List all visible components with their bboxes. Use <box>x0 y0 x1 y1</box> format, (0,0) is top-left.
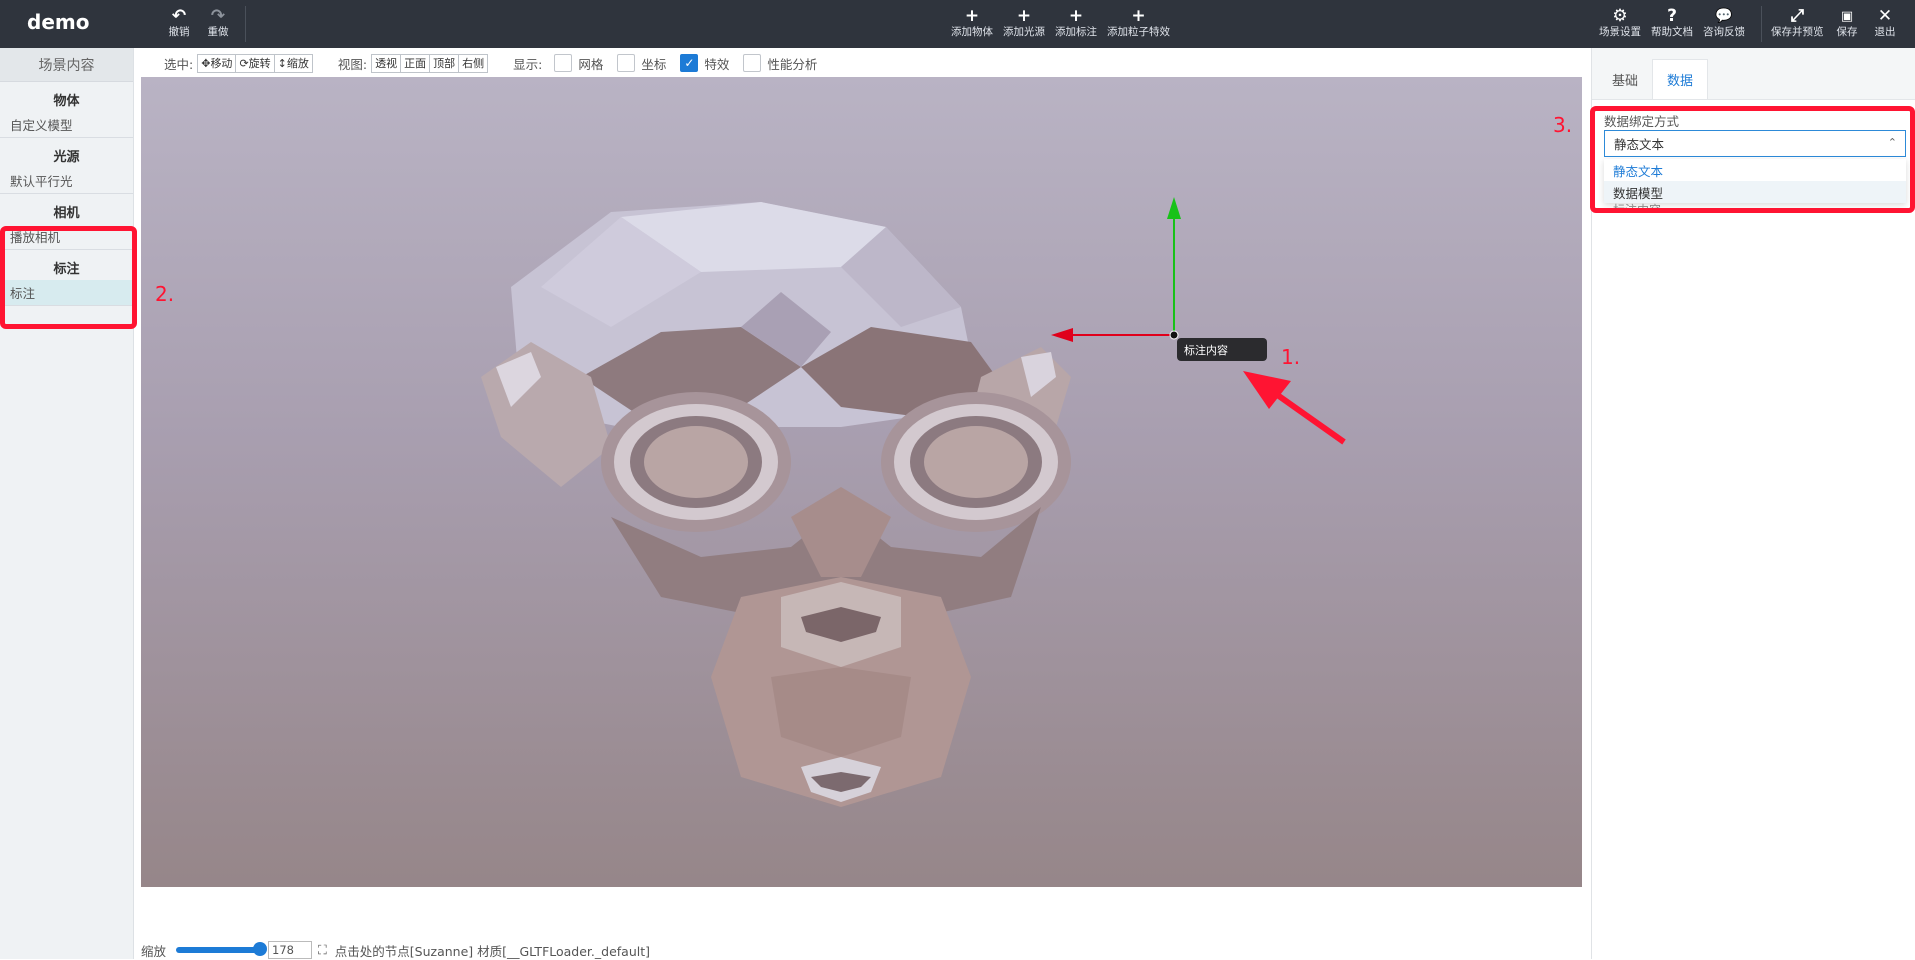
top-toolbar: demo ↶ 撤销 ↷ 重做 + 添加物体 + 添加光源 + 添加标注 + 添加… <box>0 0 1915 48</box>
scale-label: 缩放 <box>286 57 309 70</box>
annotation-number-3: 3. <box>1553 113 1573 137</box>
zoom-label: 缩放 <box>141 943 167 959</box>
save-preview-label: 保存并预览 <box>1771 26 1824 38</box>
save-icon: ▣ <box>1840 8 1854 24</box>
undo-label: 撤销 <box>168 26 190 38</box>
view-top-button[interactable]: 顶部 <box>429 53 460 73</box>
scale-icon: ↕ <box>277 56 287 70</box>
help-docs-label: 帮助文档 <box>1651 26 1693 38</box>
move-icon: ✥ <box>201 56 211 70</box>
chat-bubble-icon: 💬 <box>1715 7 1733 24</box>
annotation-number-2: 2. <box>155 282 175 306</box>
redo-icon: ↷ <box>210 5 226 26</box>
annotation-box-2 <box>0 226 137 329</box>
tab-data[interactable]: 数据 <box>1652 59 1709 99</box>
scene-settings-label: 场景设置 <box>1599 26 1641 38</box>
rotate-button[interactable]: ⟳ 旋转 <box>235 53 275 73</box>
property-tabs: 基础 数据 <box>1592 48 1915 100</box>
undo-button[interactable]: ↶ 撤销 <box>168 6 190 39</box>
view-label: 视图: <box>337 56 368 72</box>
annotation-box-3 <box>1590 106 1915 213</box>
view-right-button[interactable]: 右侧 <box>458 53 489 73</box>
exit-button[interactable]: ✕ 退出 <box>1874 6 1896 39</box>
add-label-label: 添加标注 <box>1055 26 1097 38</box>
add-label-button[interactable]: + 添加标注 <box>1055 6 1097 39</box>
feedback-button[interactable]: 💬 咨询反馈 <box>1703 6 1745 39</box>
status-text: 点击处的节点[Suzanne] 材质[__GLTFLoader._default… <box>334 943 651 959</box>
view-perspective-button[interactable]: 透视 <box>371 53 402 73</box>
add-particle-label: 添加粒子特效 <box>1107 26 1170 38</box>
save-preview-button[interactable]: ⤢ 保存并预览 <box>1771 6 1824 39</box>
axes-checkbox[interactable] <box>617 54 636 72</box>
save-label: 保存 <box>1836 26 1858 38</box>
add-particle-button[interactable]: + 添加粒子特效 <box>1107 6 1170 39</box>
zoom-slider[interactable] <box>176 942 268 956</box>
redo-button[interactable]: ↷ 重做 <box>207 6 229 39</box>
move-label: 移动 <box>210 57 233 70</box>
gizmo-center-icon[interactable] <box>1169 330 1179 340</box>
display-label: 显示: <box>513 56 543 72</box>
annotation-arrow-icon <box>1243 371 1346 445</box>
scene-content-panel: 场景内容 物体 自定义模型 光源 默认平行光 相机 播放相机 标注 标注 <box>0 48 134 959</box>
move-button[interactable]: ✥ 移动 <box>197 53 237 73</box>
expand-icon: ⤢ <box>1790 5 1805 26</box>
fullscreen-icon[interactable]: ⛶ <box>318 942 327 958</box>
add-light-button[interactable]: + 添加光源 <box>1003 6 1045 39</box>
exit-label: 退出 <box>1874 26 1896 38</box>
plus-icon: + <box>1131 5 1146 26</box>
view-front-button[interactable]: 正面 <box>400 53 431 73</box>
zoom-slider-handle[interactable] <box>253 942 268 956</box>
add-object-button[interactable]: + 添加物体 <box>951 6 993 39</box>
section-cameras-title: 相机 <box>53 205 80 221</box>
grid-label: 网格 <box>578 56 604 72</box>
add-light-label: 添加光源 <box>1003 26 1045 38</box>
effects-checkbox[interactable]: ✓ <box>680 54 699 72</box>
help-docs-button[interactable]: ? 帮助文档 <box>1651 6 1693 39</box>
scene-settings-button[interactable]: ⚙ 场景设置 <box>1599 6 1641 39</box>
close-icon: ✕ <box>1877 5 1893 26</box>
label-tooltip[interactable]: 标注内容 <box>1177 338 1267 361</box>
app-title: demo <box>27 10 90 34</box>
scene-item-default-light[interactable]: 默认平行光 <box>0 168 133 194</box>
grid-checkbox[interactable] <box>554 54 573 72</box>
section-objects-title: 物体 <box>53 93 80 109</box>
select-mode-label: 选中: <box>164 56 194 72</box>
rotate-label: 旋转 <box>248 57 271 70</box>
scale-button[interactable]: ↕ 缩放 <box>273 53 313 73</box>
section-lights-title: 光源 <box>53 149 80 165</box>
toolbar-divider <box>245 6 246 42</box>
scene-canvas[interactable]: 标注内容 1. <box>141 77 1582 887</box>
tab-basic[interactable]: 基础 <box>1598 59 1652 99</box>
zoom-value-input[interactable]: 178 <box>268 941 313 959</box>
3d-viewport[interactable]: 标注内容 1. <box>141 77 1582 887</box>
scene-content-header: 场景内容 <box>0 48 133 82</box>
x-axis-arrow-icon[interactable] <box>1051 328 1073 342</box>
toolbar-divider <box>1761 6 1762 42</box>
axes-label: 坐标 <box>641 56 667 72</box>
scene-item-custom-model[interactable]: 自定义模型 <box>0 112 133 138</box>
plus-icon: + <box>1068 5 1084 26</box>
undo-icon: ↶ <box>171 5 187 26</box>
perf-label: 性能分析 <box>767 56 818 72</box>
bottom-status-bar: 缩放 178 ⛶ 点击处的节点[Suzanne] 材质[__GLTFLoader… <box>141 941 650 959</box>
annotation-number-1: 1. <box>1281 345 1300 369</box>
monkey-model[interactable] <box>481 202 1071 807</box>
viewport-toolbar: 选中: ✥ 移动 ⟳ 旋转 ↕ 缩放 视图: 透视 正面 顶部 右侧 显示: 网格 坐… <box>164 52 823 74</box>
effects-label: 特效 <box>704 56 730 72</box>
redo-label: 重做 <box>207 26 229 38</box>
plus-icon: + <box>1016 5 1032 26</box>
perf-checkbox[interactable] <box>743 54 762 72</box>
feedback-label: 咨询反馈 <box>1703 26 1745 38</box>
rotate-icon: ⟳ <box>239 56 249 70</box>
label-tooltip-text: 标注内容 <box>1184 343 1228 357</box>
y-axis-arrow-icon[interactable] <box>1167 197 1181 219</box>
plus-icon: + <box>964 5 980 26</box>
gear-icon: ⚙ <box>1612 5 1628 26</box>
checkmark-icon: ✓ <box>684 56 695 70</box>
question-icon: ? <box>1667 5 1677 26</box>
add-object-label: 添加物体 <box>951 26 993 38</box>
save-button[interactable]: ▣ 保存 <box>1836 6 1858 39</box>
transform-gizmo[interactable] <box>1051 197 1181 342</box>
